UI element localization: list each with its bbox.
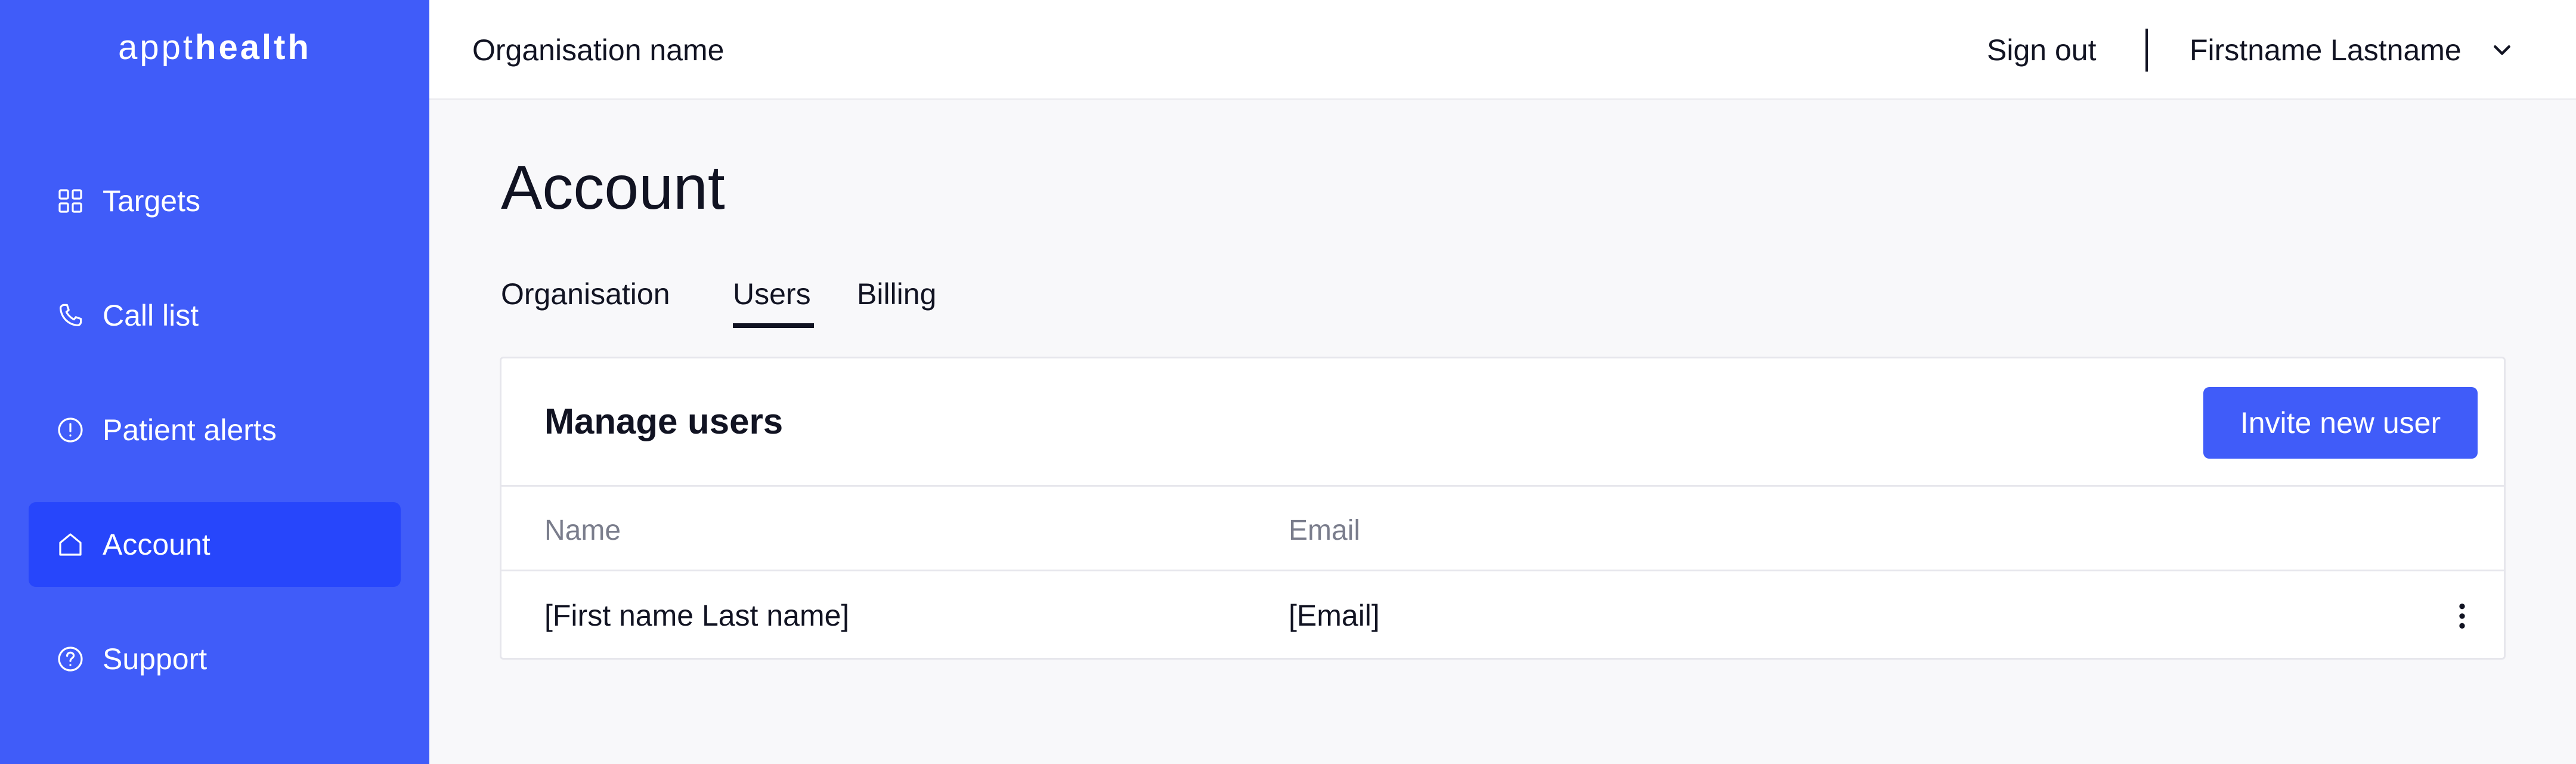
sidebar-item-patient-alerts[interactable]: Patient alerts — [29, 388, 401, 472]
sidebar-item-support[interactable]: Support — [29, 617, 401, 701]
user-email-cell: [Email] — [1289, 599, 1380, 632]
sidebar-item-call-list[interactable]: Call list — [29, 273, 401, 358]
sidebar-item-targets[interactable]: Targets — [29, 159, 401, 243]
logo: appthealth — [0, 24, 429, 72]
tab-organisation[interactable]: Organisation — [501, 273, 670, 315]
sidebar-item-label: Account — [103, 528, 210, 561]
top-bar: Organisation name Sign out Firstname Las… — [429, 0, 2576, 100]
app: appthealth Targets Call list Patient ale… — [0, 0, 2576, 764]
sidebar-item-label: Call list — [103, 299, 199, 332]
invite-new-user-button[interactable]: Invite new user — [2203, 387, 2478, 459]
card-title: Manage users — [544, 401, 784, 441]
logo-bold: health — [195, 28, 311, 67]
column-header-name: Name — [544, 515, 621, 546]
sidebar-item-account[interactable]: Account — [29, 502, 401, 587]
alert-circle-icon — [56, 416, 85, 444]
logo-light: appt — [118, 28, 196, 67]
header-divider — [2145, 29, 2148, 72]
phone-icon — [56, 301, 85, 330]
active-tab-indicator — [733, 323, 814, 328]
divider — [501, 570, 2504, 571]
sign-out-link[interactable]: Sign out — [1987, 31, 2096, 69]
divider — [501, 485, 2504, 487]
help-circle-icon — [56, 645, 85, 673]
sidebar-item-label: Targets — [103, 184, 200, 218]
tab-users[interactable]: Users — [733, 273, 811, 315]
sidebar-item-label: Support — [103, 642, 208, 676]
page-title: Account — [501, 153, 725, 222]
more-options-icon[interactable] — [2445, 599, 2479, 633]
column-header-email: Email — [1289, 515, 1361, 546]
user-menu[interactable]: Firstname Lastname — [2190, 31, 2514, 69]
user-name: Firstname Lastname — [2190, 33, 2462, 67]
sidebar-item-label: Patient alerts — [103, 413, 277, 447]
organisation-name: Organisation name — [472, 33, 724, 67]
home-icon — [56, 530, 85, 559]
grid-icon — [56, 187, 85, 215]
sidebar: appthealth Targets Call list Patient ale… — [0, 0, 429, 764]
tab-billing[interactable]: Billing — [857, 273, 936, 315]
manage-users-card: Manage users Invite new user Name Email … — [500, 357, 2506, 660]
user-name-cell: [First name Last name] — [544, 599, 850, 632]
chevron-down-icon — [2490, 38, 2514, 62]
